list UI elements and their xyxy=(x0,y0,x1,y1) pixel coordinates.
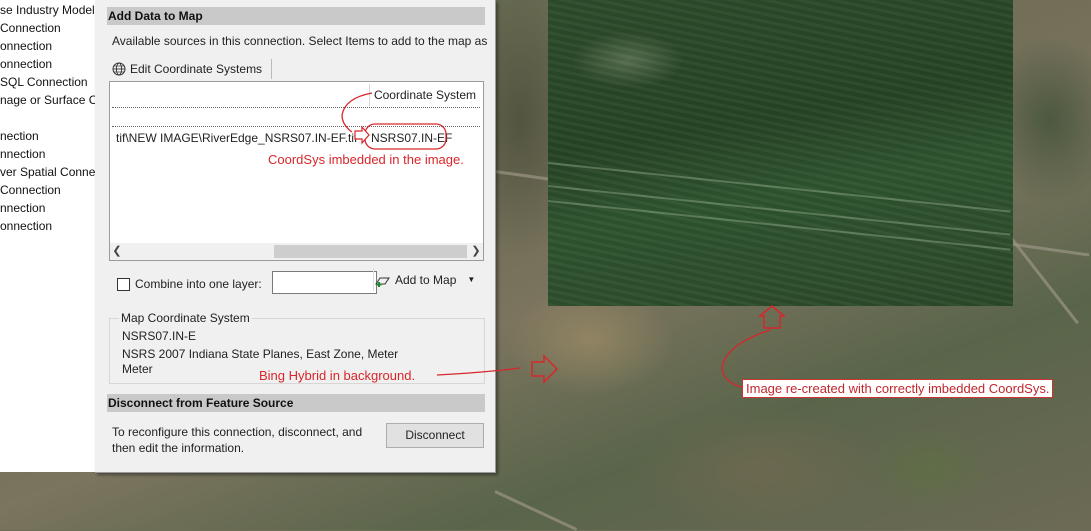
disconnect-button[interactable]: Disconnect xyxy=(386,423,484,448)
dropdown-arrow-icon[interactable]: ▼ xyxy=(467,275,475,284)
tree-item[interactable]: Connection xyxy=(0,181,95,199)
tree-item[interactable]: nnection xyxy=(0,199,95,217)
tree-item[interactable]: SQL Connection xyxy=(0,73,95,91)
add-data-dialog: Add Data to Map Available sources in thi… xyxy=(95,0,496,473)
tree-item[interactable]: se Industry Model xyxy=(0,1,95,19)
reconfigure-text: To reconfigure this connection, disconne… xyxy=(112,425,363,455)
tree-item[interactable]: nnection xyxy=(0,145,95,163)
disconnect-header: Disconnect from Feature Source xyxy=(107,394,485,412)
add-to-map-label: Add to Map xyxy=(395,272,457,287)
data-source-grid[interactable]: Coordinate System tif\NEW IMAGE\RiverEdg… xyxy=(109,81,484,261)
tree-item[interactable]: onnection xyxy=(0,55,95,73)
horizontal-scrollbar[interactable]: ❮ ❯ xyxy=(110,243,483,260)
tree-item[interactable]: ver Spatial Conne xyxy=(0,163,95,181)
edit-coordinate-systems-label: Edit Coordinate Systems xyxy=(130,62,263,76)
coordsys-annotation: CoordSys imbedded in the image. xyxy=(268,152,464,167)
layer-name-input[interactable] xyxy=(272,271,377,294)
grid-divider xyxy=(112,126,480,127)
tree-item[interactable]: Connection xyxy=(0,19,95,37)
grid-row-path[interactable]: tif\NEW IMAGE\RiverEdge_NSRS07.IN-EF.tif xyxy=(116,131,357,145)
map-cs-units: Meter xyxy=(122,362,153,376)
recreated-image-layer[interactable] xyxy=(548,0,1013,306)
add-layer-icon xyxy=(375,277,390,287)
combine-label: Combine into one layer: xyxy=(135,277,262,291)
map-cs-name: NSRS 2007 Indiana State Planes, East Zon… xyxy=(122,347,399,361)
map-cs-legend: Map Coordinate System xyxy=(119,311,252,325)
tree-item[interactable]: onnection xyxy=(0,37,95,55)
bing-annotation: Bing Hybrid in background. xyxy=(259,368,416,383)
map-road xyxy=(494,490,578,531)
scroll-thumb[interactable] xyxy=(274,245,467,258)
scroll-right-icon[interactable]: ❯ xyxy=(469,243,483,260)
recreated-annotation: Image re-created with correctly imbedded… xyxy=(742,379,1054,398)
add-data-header: Add Data to Map xyxy=(107,7,485,25)
tree-item[interactable]: onnection xyxy=(0,217,95,235)
combine-checkbox[interactable] xyxy=(117,277,130,291)
coordinate-system-column-header[interactable]: Coordinate System xyxy=(369,84,480,106)
tree-item xyxy=(0,109,95,127)
grid-divider xyxy=(112,107,480,108)
combine-layer-option[interactable]: Combine into one layer: xyxy=(117,277,262,291)
globe-icon xyxy=(112,62,126,76)
tree-item[interactable]: nection xyxy=(0,127,95,145)
grid-row-coordsys[interactable]: NSRS07.IN-EF xyxy=(371,131,452,145)
scroll-left-icon[interactable]: ❮ xyxy=(110,243,124,260)
edit-coordinate-systems-button[interactable]: Edit Coordinate Systems xyxy=(112,59,262,79)
connection-tree: se Industry Model Connection onnection o… xyxy=(0,0,95,472)
toolbar-separator xyxy=(271,59,272,79)
map-cs-code: NSRS07.IN-E xyxy=(122,329,197,343)
tree-item[interactable]: nage or Surface C xyxy=(0,91,95,109)
sources-hint: Available sources in this connection. Se… xyxy=(112,34,488,48)
add-to-map-button[interactable]: Add to Map ▼ xyxy=(373,268,484,291)
